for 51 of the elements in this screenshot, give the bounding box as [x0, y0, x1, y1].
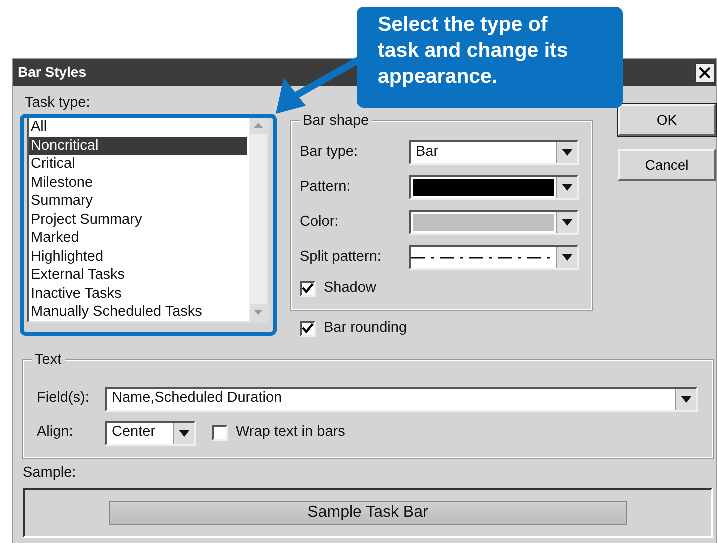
close-icon — [699, 66, 711, 78]
scroll-down-icon — [254, 310, 262, 315]
list-item[interactable]: Inactive Tasks — [29, 284, 247, 303]
caret-icon — [680, 396, 692, 403]
align-label: Align: — [37, 423, 74, 442]
check-icon — [302, 283, 314, 294]
check-icon — [302, 323, 314, 334]
callout-text: Select the type of task and change its appearance. — [357, 7, 623, 108]
checkbox[interactable] — [212, 425, 228, 442]
caret-icon — [562, 149, 572, 156]
group-label: Bar shape — [300, 112, 372, 130]
cancel-button[interactable]: Cancel — [618, 149, 716, 181]
task-type-list[interactable]: All Noncritical Critical Milestone Summary Project Summary Marked Highlighted External Tasks Inactive Tasks Manually Scheduled Tasks — [27, 115, 269, 323]
sample-label: Sample: — [23, 464, 78, 482]
ok-button[interactable]: OK — [618, 104, 716, 136]
dropdown[interactable] — [409, 210, 579, 235]
window-title: Bar Styles — [18, 63, 86, 82]
fields-dropdown[interactable]: Name,Scheduled Duration — [105, 386, 698, 412]
field-label: Split pattern: — [300, 248, 382, 267]
list-item[interactable]: Critical — [29, 155, 247, 174]
field-label: Color: — [300, 212, 340, 232]
align-dropdown[interactable]: Center — [105, 420, 196, 446]
dropdown[interactable] — [409, 245, 579, 270]
dropdown[interactable] — [409, 175, 579, 200]
close-button[interactable] — [695, 62, 715, 82]
field-label: Bar type: — [300, 142, 360, 162]
caret-icon — [562, 219, 572, 226]
bar-rounding-label: Bar rounding — [324, 319, 408, 338]
list-item[interactable]: Noncritical — [29, 136, 247, 155]
list-item[interactable]: Highlighted — [29, 248, 247, 266]
caret-icon — [178, 430, 190, 437]
caret-icon — [562, 254, 572, 261]
checkbox[interactable] — [300, 280, 316, 297]
wrap-text-label: Wrap text in bars — [236, 423, 346, 442]
list-item[interactable]: External Tasks — [29, 266, 247, 284]
checkbox[interactable] — [300, 320, 316, 337]
list-item[interactable]: Summary — [29, 192, 247, 210]
scrollbar[interactable] — [249, 117, 267, 321]
sample-task-bar: Sample Task Bar — [109, 500, 627, 525]
list-item[interactable]: All — [29, 118, 247, 136]
list-item[interactable]: Marked — [29, 229, 247, 248]
dropdown[interactable]: Bar — [409, 140, 579, 165]
fields-label: Field(s): — [37, 389, 90, 408]
shadow-label: Shadow — [324, 279, 376, 298]
list-item[interactable]: Project Summary — [29, 210, 247, 229]
list-item[interactable]: Manually Scheduled Tasks — [29, 303, 247, 322]
field-label: Pattern: — [300, 178, 352, 197]
caret-icon — [562, 184, 572, 191]
list-item[interactable]: Milestone — [29, 174, 247, 192]
task-type-label: Task type: — [25, 94, 92, 112]
scroll-up-icon — [254, 123, 262, 128]
